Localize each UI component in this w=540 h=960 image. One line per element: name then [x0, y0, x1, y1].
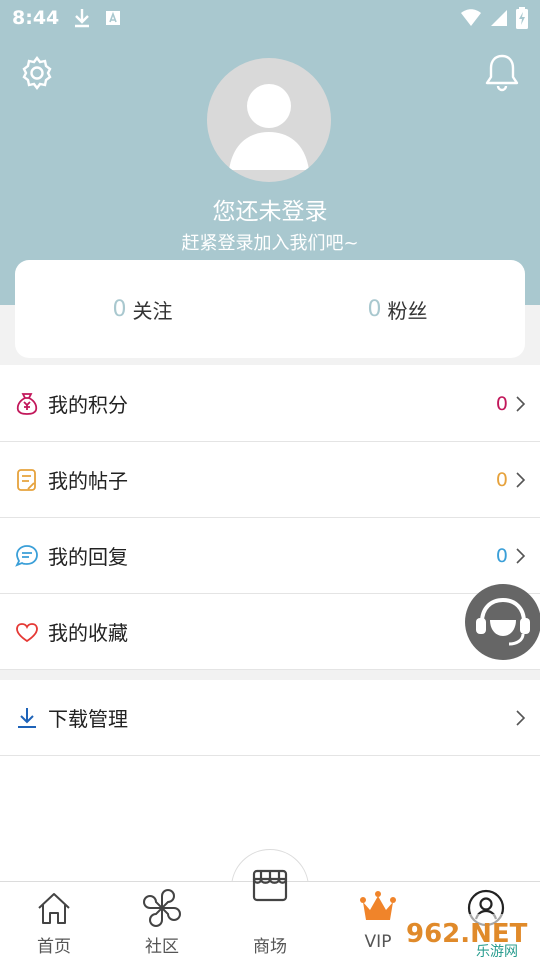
customer-service-button[interactable]	[465, 584, 540, 660]
menu-item-replies[interactable]: 我的回复 0	[0, 518, 540, 594]
battery-icon	[516, 7, 528, 29]
gear-icon[interactable]	[18, 54, 56, 92]
stat-following[interactable]: 0 关注	[15, 260, 270, 358]
heart-icon	[16, 622, 38, 642]
replies-count: 0	[495, 544, 508, 567]
headset-icon	[476, 597, 530, 646]
menu-item-favorites[interactable]: 我的收藏	[0, 594, 540, 670]
menu-label-replies: 我的回复	[48, 545, 128, 569]
chat-bubble-icon	[15, 544, 38, 567]
menu-list: 我的积分 0 我的帖子 0 我的回复 0 我的收藏 下载管理	[0, 366, 540, 756]
note-icon	[17, 468, 36, 491]
tab-home[interactable]: 首页	[0, 882, 108, 960]
following-count: 0	[112, 296, 127, 322]
person-icon	[229, 84, 309, 170]
points-count: 0	[495, 392, 508, 415]
status-time: 8:44	[12, 7, 60, 29]
crown-icon	[360, 891, 396, 920]
bell-icon[interactable]	[484, 52, 520, 92]
menu-label-favorites: 我的收藏	[48, 621, 128, 645]
download-status-icon	[75, 9, 90, 28]
following-label: 关注	[132, 298, 173, 323]
font-status-icon	[106, 11, 121, 25]
menu-item-points[interactable]: 我的积分 0	[0, 366, 540, 442]
site-watermark: 962.NET 乐游网	[402, 908, 540, 960]
menu-gap	[0, 670, 540, 680]
stats-card: 0 关注 0 粉丝	[15, 260, 525, 358]
chevron-right-icon	[516, 395, 526, 412]
menu-label-posts: 我的帖子	[48, 469, 128, 493]
chevron-right-icon	[516, 547, 526, 564]
signal-icon	[491, 10, 507, 26]
tab-community-label: 社区	[145, 937, 179, 957]
tab-home-label: 首页	[37, 937, 71, 957]
fans-label: 粉丝	[387, 298, 428, 323]
fans-count: 0	[367, 296, 382, 322]
watermark-logo: 962.NET 乐游网	[402, 914, 540, 960]
clover-icon	[143, 889, 181, 927]
chevron-right-icon	[516, 471, 526, 488]
chevron-right-icon	[516, 709, 526, 726]
posts-count: 0	[495, 468, 508, 491]
menu-label-downloads: 下载管理	[48, 707, 128, 731]
status-bar: 8:44	[0, 0, 540, 36]
menu-label-points: 我的积分	[48, 393, 128, 417]
download-icon	[18, 707, 36, 728]
wifi-icon	[461, 9, 481, 26]
money-bag-icon	[16, 392, 38, 415]
login-subtitle[interactable]: 赶紧登录加入我们吧~	[0, 229, 540, 255]
watermark-subtext: 乐游网	[476, 944, 518, 960]
home-icon	[38, 893, 70, 924]
shop-icon[interactable]	[250, 868, 290, 904]
login-title[interactable]: 您还未登录	[0, 192, 540, 226]
menu-item-posts[interactable]: 我的帖子 0	[0, 442, 540, 518]
tab-community[interactable]: 社区	[108, 882, 216, 960]
stat-fans[interactable]: 0 粉丝	[270, 260, 525, 358]
tab-shop-label: 商场	[253, 937, 287, 957]
menu-item-downloads[interactable]: 下载管理	[0, 680, 540, 756]
avatar[interactable]	[207, 58, 331, 182]
